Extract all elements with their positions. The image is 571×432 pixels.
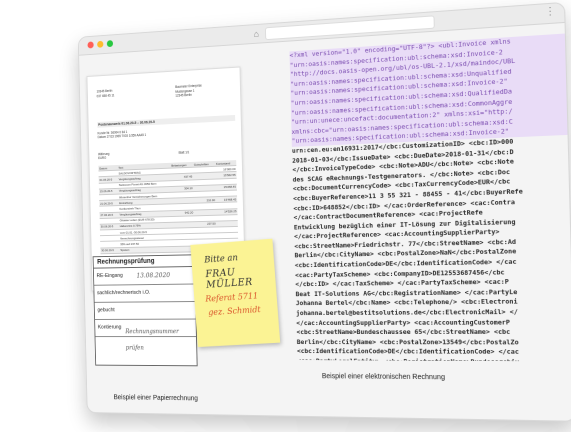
stamp-row: RE-Eingang 13.08.2020 — [93, 266, 195, 286]
recipient-line: 12345 Berlin — [175, 92, 192, 98]
customer-meta: Kunde Nr. 36004 0 84 1 Datum 27/23 1965 … — [98, 129, 147, 139]
stamp-row-handwriting: Rechnungsnummer prüfen — [125, 328, 179, 352]
xml-invoice-code: <?xml version="1.0" encoding="UTF-8"?> <… — [289, 33, 571, 361]
xml-line: Berlin</cbc:CityName> <cbc:PostalZone>13… — [296, 337, 519, 347]
currency-label: Währung EURO — [98, 152, 110, 160]
sender-address: 10345 Berlin 037 658 45 11 — [97, 89, 115, 99]
minimize-window-button[interactable] — [97, 40, 104, 48]
browser-window: ⌂ ⋮ 10345 Berlin 037 658 45 11 Baumeier … — [77, 1, 571, 422]
sticky-line: Referat 5711 — [205, 291, 259, 305]
stamp-row: Kontierung Rechnungsnummer prüfen — [95, 319, 197, 351]
stamp-row-label: Kontierung — [97, 324, 122, 331]
sticky-line: FRAU MÜLLER — [205, 267, 254, 291]
transactions-table: Datum Text Belastungen Gutschriften Kontosta… — [98, 160, 239, 254]
invoice-check-stamp: Rechnungsprüfung RE-Eingang 13.08.2020 s… — [92, 254, 198, 367]
sticky-note: Bitte an FRAU MÜLLER Referat 5711 gez. S… — [190, 238, 281, 348]
menu-icon[interactable]: ⋮ — [545, 6, 556, 19]
stamp-row: gebucht — [94, 302, 196, 320]
sticky-line: gez. Schmidt — [207, 305, 262, 319]
caption-electronic-invoice: Beispiel einer elektronischen Rechnung — [321, 373, 446, 382]
home-icon[interactable]: ⌂ — [254, 29, 259, 40]
stamp-row: sachlich/rechnerisch i.O. — [94, 284, 196, 303]
statement-period: Postenausweis 01.06.20-5 – 30.06.20-5 — [97, 114, 236, 128]
xml-line: <cbc:StreetName>Bundeschaussee 65</cbc:S… — [296, 327, 511, 337]
stamp-row-handwriting: 13.08.2020 — [136, 271, 171, 280]
maximize-window-button[interactable] — [106, 40, 114, 48]
page-content: 10345 Berlin 037 658 45 11 Baumeier Ente… — [79, 23, 571, 421]
table-cell: Spesen — [119, 246, 173, 254]
stamp-row-label: gebucht — [97, 307, 115, 314]
caption-paper-invoice: Beispiel einer Papierrechnung — [113, 394, 198, 403]
xml-line: <cac:PartyLegalEntity> <cbc:Registration… — [297, 357, 571, 361]
xml-line: </cac:AccountingSupplierParty> <cac:Acco… — [296, 317, 511, 327]
stamp-row-label: RE-Eingang — [96, 272, 123, 280]
close-window-button[interactable] — [87, 41, 94, 49]
page-indicator: Blatt 1/1 — [178, 150, 190, 155]
currency-line: EURO — [98, 155, 107, 161]
table-cell: 30.06.20-5 — [100, 247, 120, 254]
sender-line: 037 658 45 11 — [96, 92, 115, 98]
recipient-address: Baumeier Enterprise Mustergasse 1 12345 … — [175, 84, 202, 99]
stamp-row-label: sachlich/rechnerisch i.O. — [96, 289, 151, 297]
sticky-line: Bitte an — [204, 253, 239, 266]
